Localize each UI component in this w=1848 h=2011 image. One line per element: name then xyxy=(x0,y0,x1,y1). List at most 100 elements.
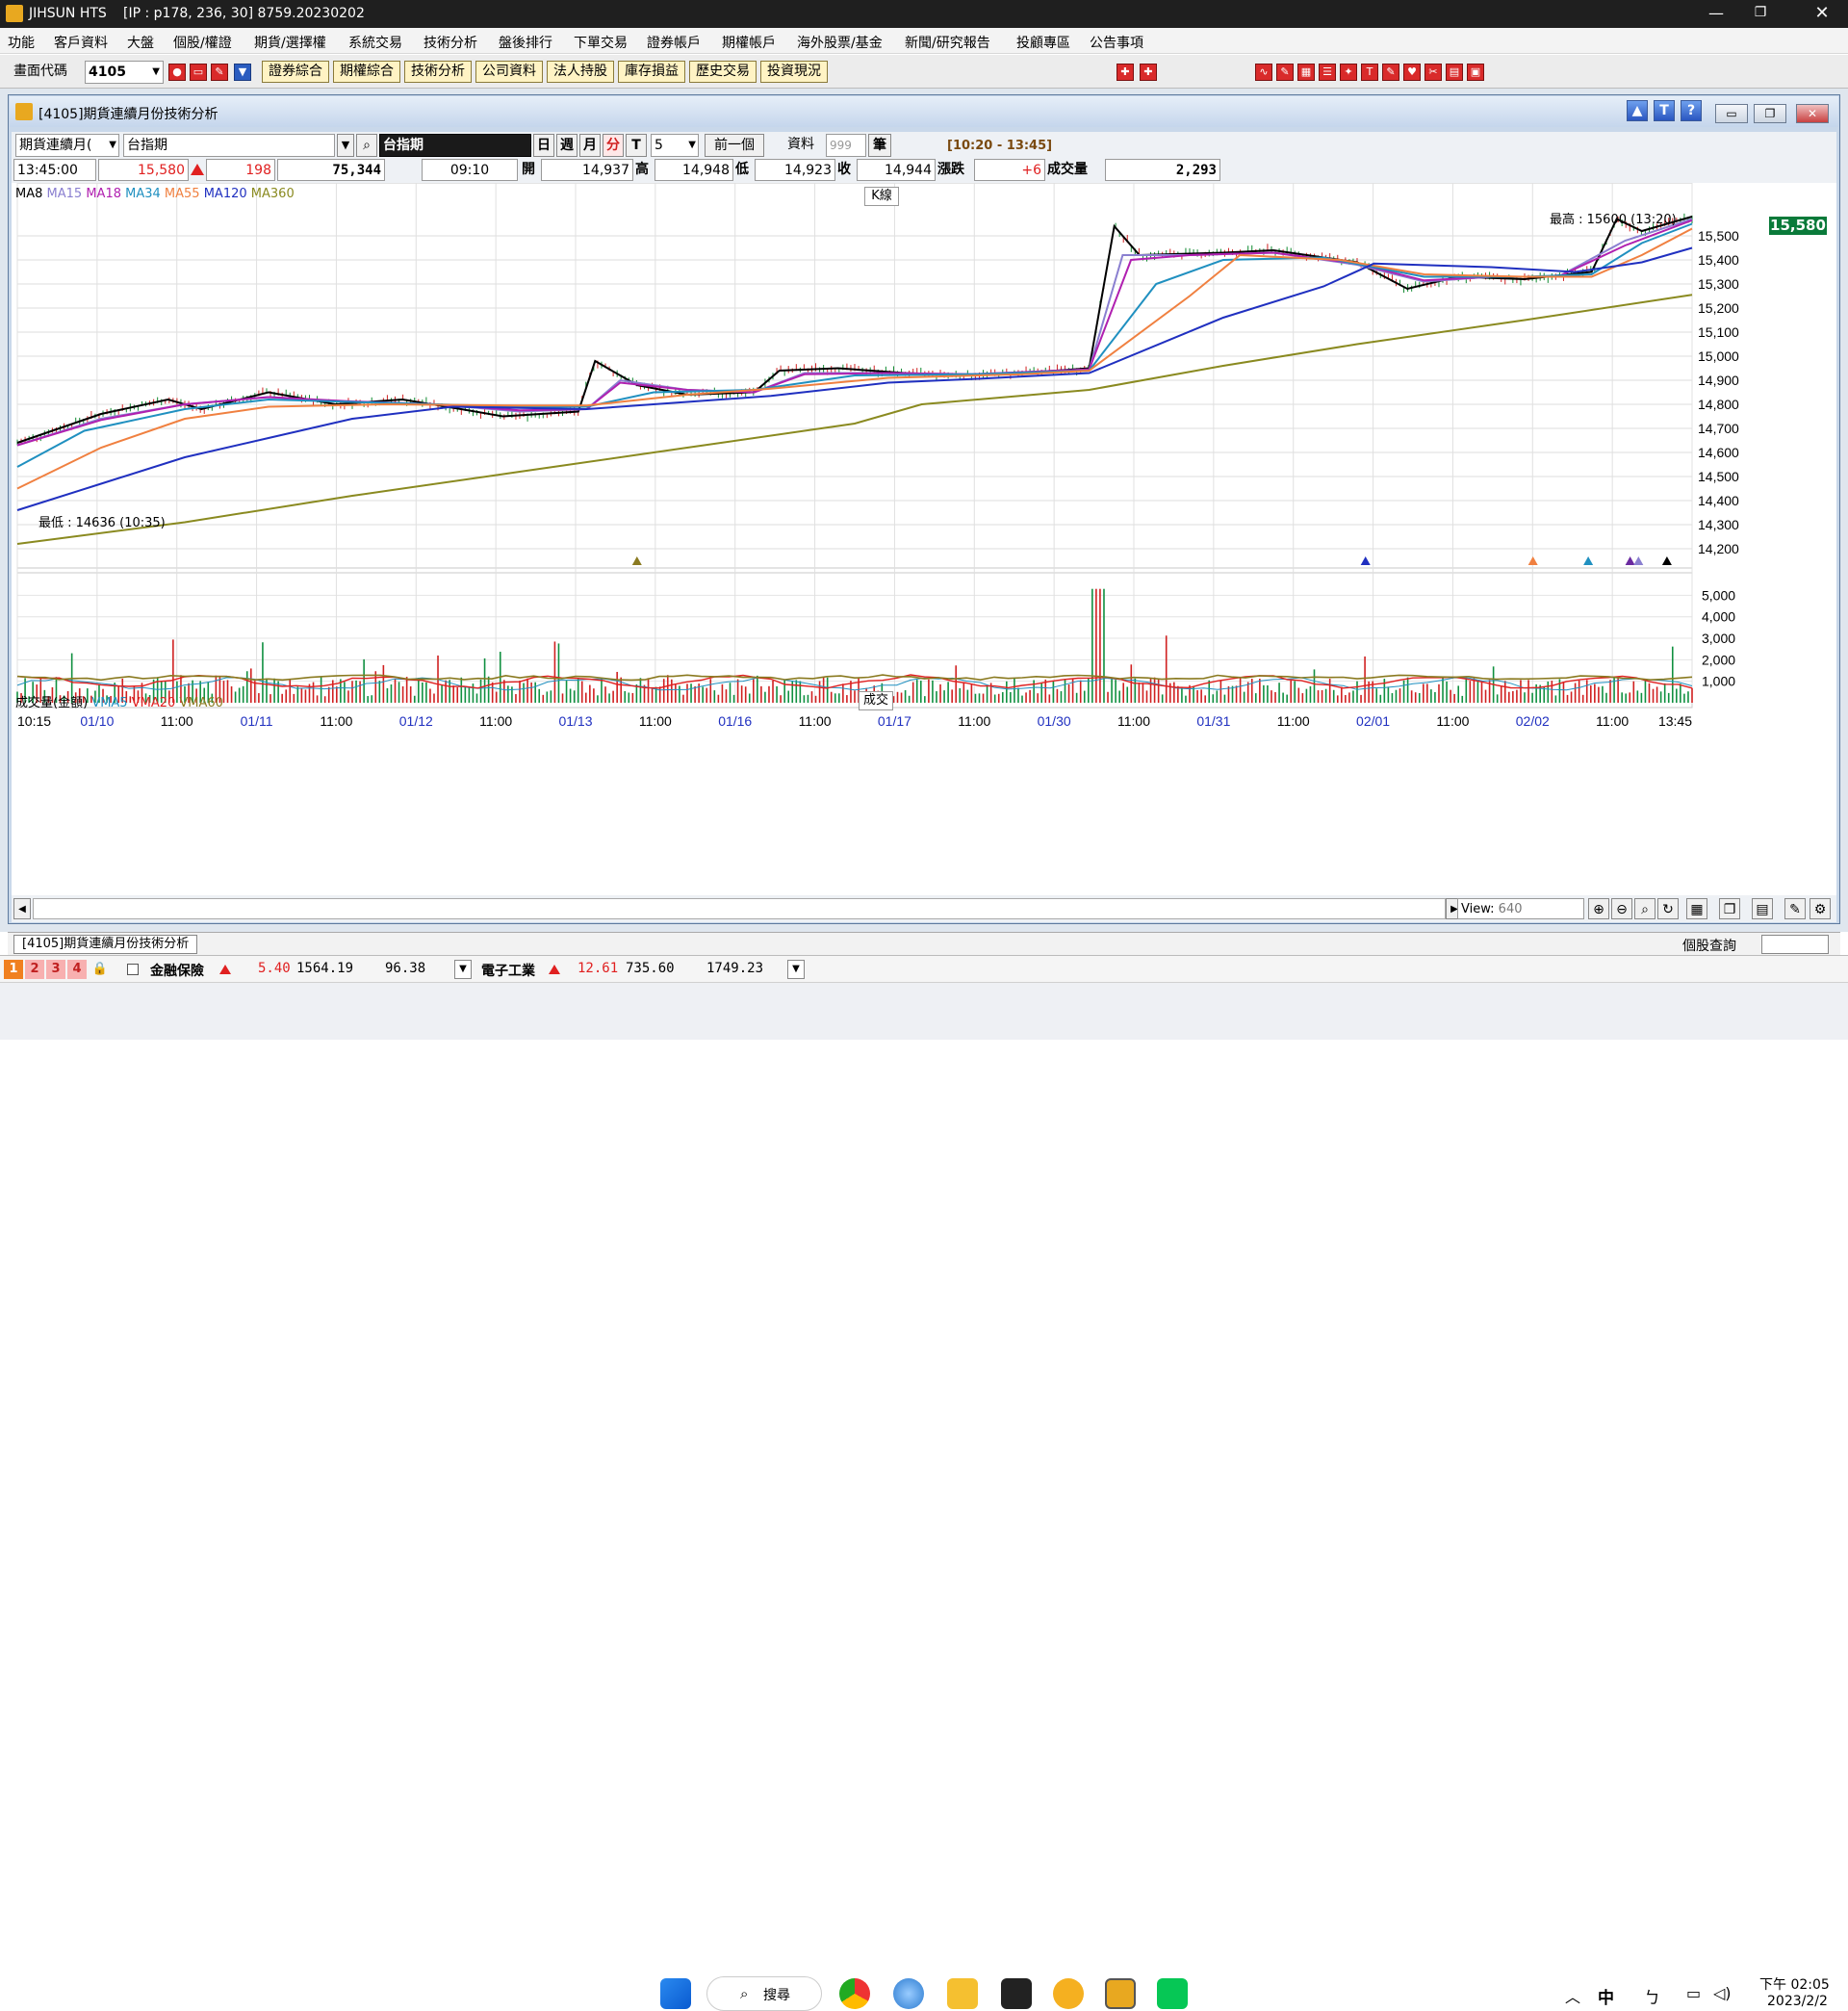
menu-item[interactable]: 期貨/選擇權 xyxy=(254,33,326,52)
toolbar-button[interactable]: 法人持股 xyxy=(547,61,614,83)
draw-icon[interactable]: ✎ xyxy=(1784,898,1806,919)
ime-indicator[interactable]: 中 xyxy=(1598,1984,1614,2008)
menu-item[interactable]: 大盤 xyxy=(127,33,154,52)
text-t-icon[interactable]: T xyxy=(1654,100,1675,121)
ime-mode-icon[interactable]: ㄅ xyxy=(1644,1984,1660,2008)
chevron-down-icon[interactable]: ▼ xyxy=(454,960,472,979)
type-select[interactable]: 期貨連續月(▼ xyxy=(15,134,119,157)
price-volume-chart[interactable]: 15,500 15,400 15,300 15,200 15,100 15,000 14,9… xyxy=(12,182,1836,895)
horizontal-scrollbar[interactable] xyxy=(33,898,1446,919)
zoom-out-icon[interactable]: ⊖ xyxy=(1611,898,1632,919)
chart-icon[interactable]: ∿ xyxy=(1255,64,1272,81)
copy-icon[interactable]: ❐ xyxy=(1719,898,1740,919)
search-icon[interactable]: ● xyxy=(168,64,186,81)
data-count-input[interactable]: 999 xyxy=(826,134,866,157)
toolbar-button[interactable]: 技術分析 xyxy=(404,61,472,83)
app-icon[interactable] xyxy=(1053,1978,1084,2009)
menu-item[interactable]: 新聞/研究報告 xyxy=(905,33,990,52)
toolbar-button[interactable]: 歷史交易 xyxy=(689,61,757,83)
help-icon[interactable]: ? xyxy=(1681,100,1702,121)
jihsun-icon[interactable] xyxy=(1105,1978,1136,2009)
maximize-button[interactable]: ❐ xyxy=(1738,0,1783,28)
toolbar-button[interactable]: 證券綜合 xyxy=(262,61,329,83)
close-button[interactable]: ✕ xyxy=(1796,0,1848,28)
chrome-icon[interactable] xyxy=(839,1978,870,2009)
grid-icon[interactable]: ▦ xyxy=(1297,64,1315,81)
zoom-in-icon[interactable]: ⊕ xyxy=(1588,898,1609,919)
minimize-button[interactable]: — xyxy=(1694,0,1738,28)
window-close-button[interactable]: ✕ xyxy=(1796,104,1829,123)
search-icon[interactable]: ⌕ xyxy=(356,134,377,157)
chevron-down-icon[interactable]: ▼ xyxy=(787,960,805,979)
toolbar-button[interactable]: 公司資料 xyxy=(475,61,543,83)
period-month-button[interactable]: 月 xyxy=(579,134,601,157)
notes-icon[interactable] xyxy=(1001,1978,1032,2009)
ticker-tab-2[interactable]: 2 xyxy=(25,960,44,979)
period-day-button[interactable]: 日 xyxy=(533,134,554,157)
folder-icon[interactable] xyxy=(947,1978,978,2009)
dropdown-icon[interactable]: ▼ xyxy=(234,64,251,81)
lock-icon[interactable]: 🔒 xyxy=(90,960,110,979)
settings-icon[interactable]: ⚙ xyxy=(1810,898,1831,919)
windows-start-icon[interactable] xyxy=(660,1978,691,2009)
toolbar-button[interactable]: 期權綜合 xyxy=(333,61,400,83)
symbol-input[interactable]: 台指期 xyxy=(123,134,335,157)
volume-icon[interactable]: ◁) xyxy=(1713,1984,1732,2002)
chevron-down-icon[interactable]: ▼ xyxy=(337,134,354,157)
window-minimize-button[interactable]: ▭ xyxy=(1715,104,1748,123)
tool-icon[interactable]: ✎ xyxy=(1382,64,1399,81)
window-restore-button[interactable]: ❐ xyxy=(1754,104,1786,123)
menu-item[interactable]: 個股/權證 xyxy=(173,33,232,52)
print-icon[interactable]: ▤ xyxy=(1446,64,1463,81)
tool-icon[interactable]: ✦ xyxy=(1340,64,1357,81)
menu-item[interactable]: 客戶資料 xyxy=(54,33,108,52)
refresh-icon[interactable]: ↻ xyxy=(1657,898,1679,919)
menu-item[interactable]: 技術分析 xyxy=(424,33,477,52)
tool-icon[interactable]: ♥ xyxy=(1403,64,1421,81)
order-icon[interactable]: ✚ xyxy=(1140,64,1157,81)
triangle-up-icon[interactable]: ▲ xyxy=(1627,100,1648,121)
period-minute-button[interactable]: 分 xyxy=(603,134,624,157)
zoom-box-icon[interactable]: ⌕ xyxy=(1634,898,1656,919)
volume-panel-label[interactable]: 成交 xyxy=(859,691,893,710)
browser-icon[interactable] xyxy=(893,1978,924,2009)
order-icon[interactable]: ✚ xyxy=(1116,64,1134,81)
view-field[interactable]: View: 640 xyxy=(1457,898,1584,919)
indicator-icon[interactable]: ▦ xyxy=(1686,898,1707,919)
ticker-tab-3[interactable]: 3 xyxy=(46,960,65,979)
ticker-tab-4[interactable]: 4 xyxy=(67,960,87,979)
interval-select[interactable]: 5 ▼ xyxy=(651,134,699,157)
list-icon[interactable]: ☰ xyxy=(1319,64,1336,81)
menu-item[interactable]: 盤後排行 xyxy=(499,33,552,52)
tool-icon[interactable]: T xyxy=(1361,64,1378,81)
data-unit-button[interactable]: 筆 xyxy=(868,134,891,157)
menu-item[interactable]: 下單交易 xyxy=(574,33,628,52)
table-icon[interactable]: ▤ xyxy=(1752,898,1773,919)
pen-icon[interactable]: ✎ xyxy=(1276,64,1294,81)
tool-icon[interactable]: ✂ xyxy=(1424,64,1442,81)
taskbar-search[interactable]: ⌕ 搜尋 xyxy=(706,1976,822,2011)
period-tick-button[interactable]: T xyxy=(626,134,647,157)
menu-item[interactable]: 功能 xyxy=(8,33,35,52)
network-icon[interactable]: ▭ xyxy=(1686,1984,1701,2002)
print-icon[interactable]: ▭ xyxy=(190,64,207,81)
tool-icon[interactable]: ▣ xyxy=(1467,64,1484,81)
prev-button[interactable]: 前一個 xyxy=(705,134,764,157)
stock-query-input[interactable] xyxy=(1761,935,1829,954)
chevron-up-icon[interactable]: ︿ xyxy=(1565,1984,1580,2007)
k-line-label[interactable]: K線 xyxy=(864,187,899,206)
menu-item[interactable]: 海外股票/基金 xyxy=(797,33,883,52)
menu-item[interactable]: 證券帳戶 xyxy=(647,33,701,52)
bottom-tab[interactable]: [4105]期貨連續月份技術分析 xyxy=(13,935,198,954)
ticker-tab-1[interactable]: 1 xyxy=(4,960,23,979)
ticker-checkbox[interactable] xyxy=(127,964,139,975)
menu-item[interactable]: 期權帳戶 xyxy=(722,33,776,52)
edit-icon[interactable]: ✎ xyxy=(211,64,228,81)
menu-item[interactable]: 系統交易 xyxy=(348,33,402,52)
code-input[interactable]: 4105 ▼ xyxy=(85,61,164,84)
toolbar-button[interactable]: 庫存損益 xyxy=(618,61,685,83)
toolbar-button[interactable]: 投資現況 xyxy=(760,61,828,83)
line-icon[interactable] xyxy=(1157,1978,1188,2009)
menu-item[interactable]: 公告事項 xyxy=(1090,33,1143,52)
scroll-left-button[interactable]: ◀ xyxy=(13,898,31,919)
